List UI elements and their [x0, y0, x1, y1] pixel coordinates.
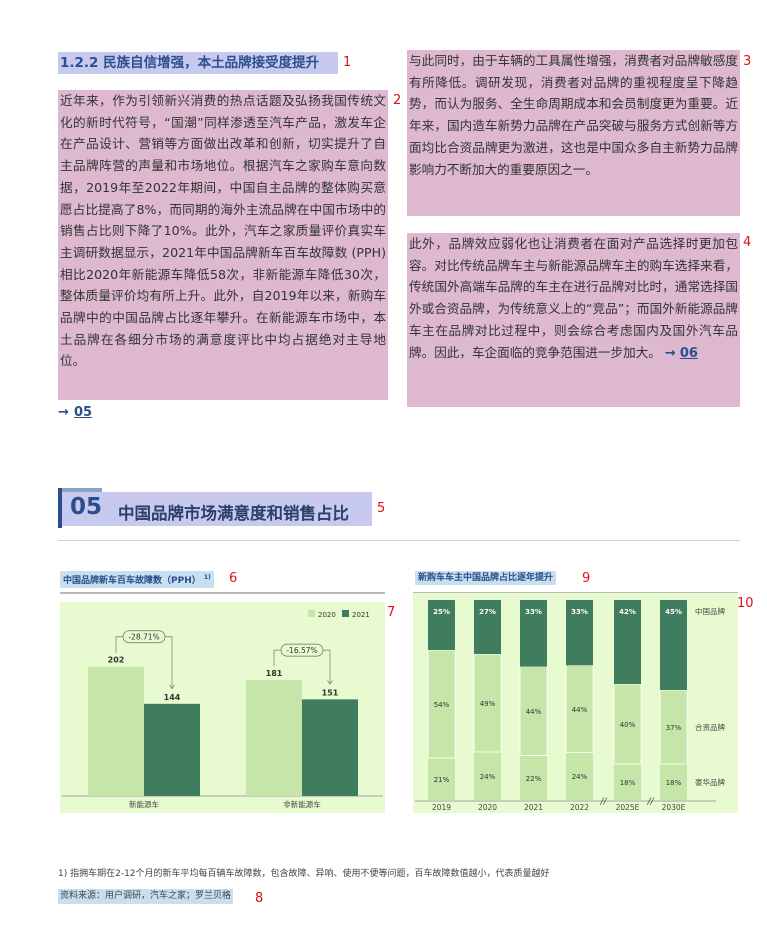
bar-新能源车-2020: [88, 666, 144, 796]
year-label: 2021: [524, 803, 543, 812]
annotation-2: 2: [393, 93, 402, 108]
chart1-title-text: 中国品牌新车百车故障数（PPH）: [63, 576, 201, 586]
stack-value-label: 33%: [525, 608, 542, 616]
annotation-9: 9: [582, 571, 591, 586]
figure-title: 中国品牌市场满意度和销售占比: [118, 504, 349, 523]
chart1-svg: 2020 2021 202 144 -28.71% 新能源车 181 151 -16.57% 非…: [60, 592, 385, 813]
link-06[interactable]: 06: [680, 346, 698, 361]
category-label: 新能源车: [129, 799, 159, 809]
annotation-6: 6: [229, 571, 238, 586]
stack-value-label: 45%: [665, 608, 682, 616]
stack-value-label: 22%: [526, 775, 542, 783]
stack-value-label: 37%: [666, 724, 682, 732]
stack-value-label: 25%: [433, 608, 450, 616]
series-label-合资品牌: 合资品牌: [695, 722, 725, 732]
chart2-title: 新购车车主中国品牌占比逐年提升: [415, 571, 557, 585]
stack-value-label: 24%: [480, 773, 496, 781]
annotation-5: 5: [377, 501, 386, 516]
axis-break-mark: //: [646, 797, 654, 807]
bar-value-label: 181: [266, 669, 283, 678]
left-paragraph: 近年来，作为引领新兴消费的热点话题及弘扬我国传统文化的新时代符号，“国潮”同样渗…: [58, 90, 388, 400]
arrow-right-icon: →: [58, 405, 69, 420]
stack-value-label: 24%: [572, 773, 588, 781]
link-05[interactable]: 05: [74, 405, 92, 420]
left-link[interactable]: → 05: [58, 401, 92, 420]
year-label: 2020: [478, 803, 497, 812]
bar-新能源车-2021: [144, 703, 200, 796]
stack-value-label: 42%: [619, 608, 636, 616]
year-label: 2025E: [616, 803, 640, 812]
annotation-8: 8: [255, 891, 264, 906]
year-label: 2022: [570, 803, 589, 812]
footnote: 1) 指拥车期在2-12个月的新车平均每百辆车故障数，包含故障、异响、使用不便等…: [58, 869, 550, 879]
stack-value-label: 44%: [572, 706, 588, 714]
stack-value-label: 49%: [480, 700, 496, 708]
section-heading: 1.2.2 民族自信增强，本土品牌接受度提升: [58, 52, 338, 74]
category-label: 非新能源车: [283, 799, 321, 809]
stack-value-label: 27%: [479, 608, 496, 616]
right-paragraph-2-text: 此外，品牌效应弱化也让消费者在面对产品选择时更加包容。对比传统品牌车主与新能源品…: [409, 236, 738, 360]
source-note: 资料来源：用户调研，汽车之家；罗兰贝格: [58, 889, 234, 904]
stack-value-label: 18%: [666, 779, 682, 787]
legend-swatch-2020: [308, 610, 315, 617]
chart2-svg: 21% 54% 25% 2019 24% 49% 27% 2020 22% 44% 33% 2021 2…: [413, 592, 738, 813]
stack-value-label: 40%: [620, 721, 636, 729]
stack-value-label: 21%: [434, 776, 450, 784]
annotation-3: 3: [743, 54, 752, 69]
series-label-中国品牌: 中国品牌: [695, 606, 725, 616]
chart1-title-sup: 1): [203, 574, 211, 581]
annotation-7: 7: [387, 605, 396, 620]
figure-divider: [58, 540, 740, 541]
axis-break-mark: //: [599, 797, 607, 807]
arrow-right-icon: →: [664, 345, 676, 361]
stack-value-label: 18%: [620, 779, 636, 787]
year-label: 2030E: [662, 803, 686, 812]
stack-value-label: 54%: [434, 701, 450, 709]
bar-value-label: 144: [164, 693, 181, 702]
annotation-10: 10: [737, 596, 754, 611]
figure-number: 05: [70, 494, 103, 520]
right-paragraph-1: 与此同时，由于车辆的工具属性增强，消费者对品牌敏感度有所降低。调研发现，消费者对…: [407, 50, 740, 216]
annotation-4: 4: [743, 235, 752, 250]
legend-label-2021: 2021: [352, 611, 370, 619]
chart1-title: 中国品牌新车百车故障数（PPH） 1): [60, 571, 214, 588]
legend-label-2020: 2020: [318, 611, 336, 619]
series-label-豪华品牌: 豪华品牌: [695, 777, 725, 787]
bar-value-label: 151: [322, 688, 339, 697]
change-label: -28.71%: [128, 633, 159, 642]
legend-swatch-2021: [342, 610, 349, 617]
stack-value-label: 44%: [526, 708, 542, 716]
right-paragraph-2: 此外，品牌效应弱化也让消费者在面对产品选择时更加包容。对比传统品牌车主与新能源品…: [407, 233, 740, 407]
bar-非新能源车-2021: [302, 699, 358, 796]
bar-value-label: 202: [108, 656, 125, 665]
change-label: -16.57%: [286, 646, 317, 655]
stack-value-label: 33%: [571, 608, 588, 616]
annotation-1: 1: [343, 55, 352, 70]
bar-非新能源车-2020: [246, 680, 302, 796]
year-label: 2019: [432, 803, 451, 812]
